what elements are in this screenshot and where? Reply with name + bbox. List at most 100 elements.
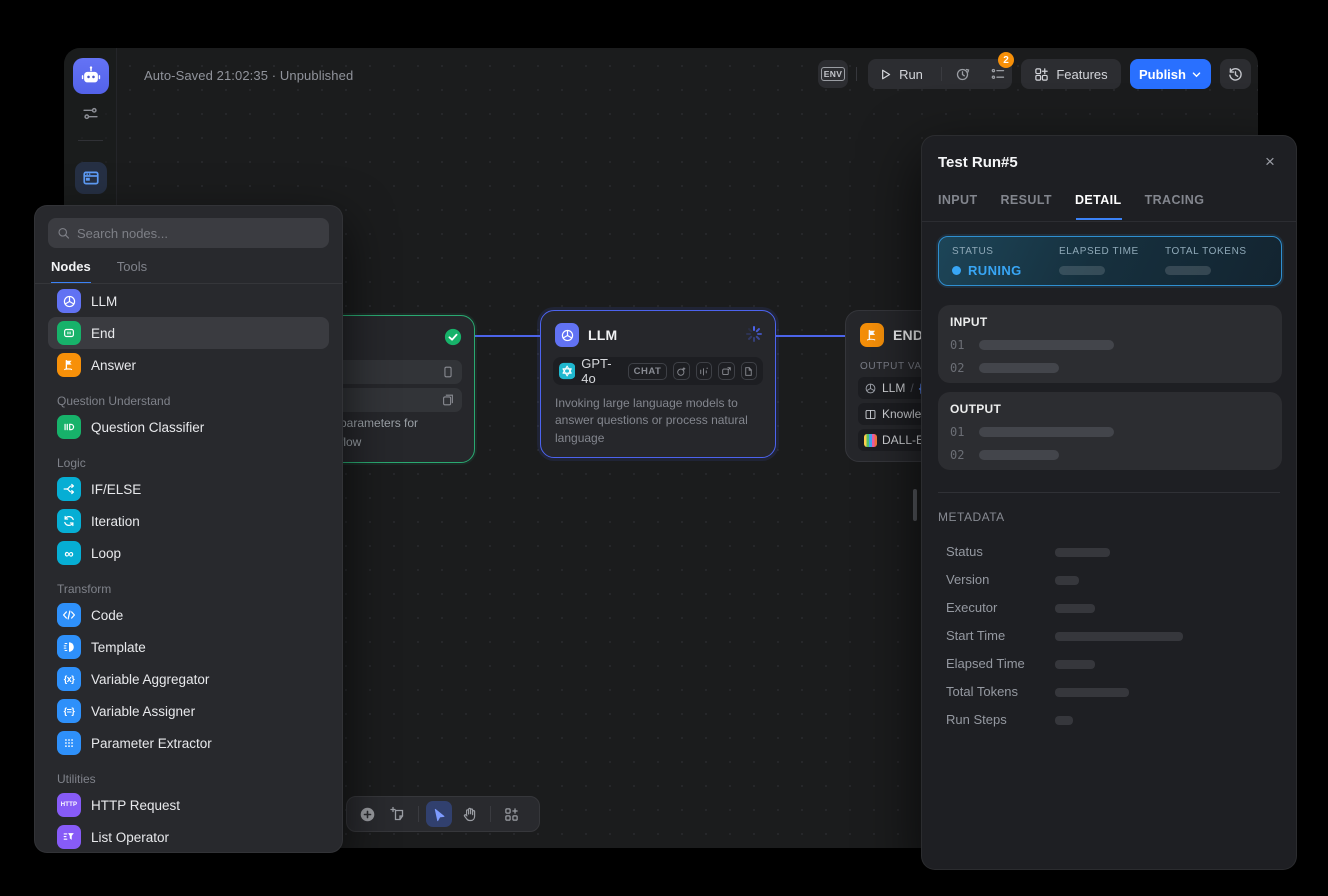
tabs-divider xyxy=(35,283,342,284)
metadata-title: METADATA xyxy=(938,510,1005,524)
preview-window-icon[interactable] xyxy=(75,162,107,194)
hand-mode-button[interactable] xyxy=(457,801,483,827)
organize-nodes-button[interactable] xyxy=(498,801,524,827)
section-transform: Transform xyxy=(48,579,329,599)
add-note-button[interactable] xyxy=(385,801,411,827)
node-item-parameter-extractor[interactable]: Parameter Extractor xyxy=(48,727,329,759)
search-input[interactable] xyxy=(77,226,320,241)
workflow-settings-icon[interactable] xyxy=(82,105,99,122)
node-item-ifelse[interactable]: IF/ELSE xyxy=(48,473,329,505)
tab-input[interactable]: INPUT xyxy=(938,193,978,207)
running-dot-icon xyxy=(952,266,961,275)
openai-gpt4o-icon xyxy=(559,362,575,380)
output-row: 02 xyxy=(950,448,1270,462)
grid-plus-icon xyxy=(504,807,519,822)
tab-tracing[interactable]: TRACING xyxy=(1145,193,1205,207)
node-panel-tabs: Nodes Tools xyxy=(51,259,147,284)
canvas-scrollbar[interactable] xyxy=(913,489,917,521)
node-item-template[interactable]: Template xyxy=(48,631,329,663)
metadata-row-total-tokens: Total Tokens xyxy=(946,684,1280,700)
answer-icon xyxy=(57,353,81,377)
metadata-row-status: Status xyxy=(946,544,1280,560)
metadata-skeleton xyxy=(1055,576,1079,585)
paragraph-field-icon xyxy=(441,393,455,407)
active-tab-underline xyxy=(1076,218,1122,220)
node-item-label: Iteration xyxy=(91,514,140,529)
node-item-list-operator[interactable]: List Operator xyxy=(48,821,329,853)
node-item-label: Loop xyxy=(91,546,121,561)
features-button[interactable]: Features xyxy=(1021,59,1121,89)
status-label: STATUS xyxy=(952,246,994,257)
variable-assigner-icon: {=} xyxy=(57,699,81,723)
iteration-icon xyxy=(57,509,81,533)
edge-llm-to-end xyxy=(776,335,845,337)
tab-detail[interactable]: DETAIL xyxy=(1075,193,1122,207)
tab-result[interactable]: RESULT xyxy=(1001,193,1052,207)
chevron-down-icon xyxy=(1191,69,1202,80)
audio-capability-icon xyxy=(696,362,712,380)
search-icon xyxy=(57,226,70,240)
knowledge-book-icon xyxy=(864,408,877,421)
pointer-mode-button[interactable] xyxy=(426,801,452,827)
node-item-answer[interactable]: Answer xyxy=(48,349,329,381)
app-logo-robot-icon[interactable] xyxy=(73,58,109,94)
publish-button[interactable]: Publish xyxy=(1130,59,1211,89)
input-row: 01 xyxy=(950,338,1270,352)
output-card-title: OUTPUT xyxy=(950,402,1270,416)
run-history-timer-button[interactable] xyxy=(949,59,977,89)
canvas-toolbar xyxy=(346,796,540,832)
node-item-llm[interactable]: LLM xyxy=(48,285,329,317)
env-label: ENV xyxy=(821,67,845,81)
metadata-row-start-time: Start Time xyxy=(946,628,1280,644)
node-item-question-classifier[interactable]: Question Classifier xyxy=(48,411,329,443)
node-item-http-request[interactable]: HTTP HTTP Request xyxy=(48,789,329,821)
end-node-title: END xyxy=(893,327,923,343)
run-panel-tabs: INPUT RESULT DETAIL TRACING xyxy=(938,193,1204,207)
code-icon xyxy=(57,603,81,627)
tab-nodes[interactable]: Nodes xyxy=(51,259,91,284)
features-icon xyxy=(1034,67,1049,82)
input-skeleton xyxy=(979,340,1114,350)
llm-node[interactable]: LLM GPT-4o CHAT xyxy=(540,310,776,458)
metadata-skeleton xyxy=(1055,632,1183,641)
run-status-card: STATUS ELAPSED TIME TOTAL TOKENS RUNING xyxy=(938,236,1282,286)
features-label: Features xyxy=(1056,67,1107,82)
node-item-variable-aggregator[interactable]: {x} Variable Aggregator xyxy=(48,663,329,695)
add-node-button[interactable] xyxy=(354,801,380,827)
node-item-iteration[interactable]: Iteration xyxy=(48,505,329,537)
plus-circle-icon xyxy=(359,806,376,823)
input-row: 02 xyxy=(950,361,1270,375)
tab-tools[interactable]: Tools xyxy=(117,259,147,284)
rail-divider xyxy=(78,140,103,141)
node-item-end[interactable]: End xyxy=(48,317,329,349)
llm-node-description: Invoking large language models to answer… xyxy=(555,395,763,447)
node-item-variable-assigner[interactable]: {=} Variable Assigner xyxy=(48,695,329,727)
section-question-understand: Question Understand xyxy=(48,391,329,411)
metadata-skeleton xyxy=(1055,716,1073,725)
http-request-icon: HTTP xyxy=(57,793,81,817)
version-history-button[interactable] xyxy=(1220,59,1251,89)
chat-mode-badge: CHAT xyxy=(628,363,668,380)
model-selector[interactable]: GPT-4o CHAT xyxy=(553,357,763,385)
run-button[interactable]: Run xyxy=(868,59,934,89)
end-node-flag-icon xyxy=(860,323,884,347)
section-logic: Logic xyxy=(48,453,329,473)
output-row: 01 xyxy=(950,425,1270,439)
question-classifier-icon xyxy=(57,415,81,439)
node-item-label: LLM xyxy=(91,294,117,309)
section-utilities: Utilities xyxy=(48,769,329,789)
node-item-label: Code xyxy=(91,608,123,623)
topbar-separator xyxy=(856,67,857,81)
metadata-row-run-steps: Run Steps xyxy=(946,712,1280,728)
node-search[interactable] xyxy=(48,218,329,248)
env-button[interactable]: ENV xyxy=(818,60,848,88)
close-icon[interactable]: × xyxy=(1258,150,1282,174)
node-item-loop[interactable]: ∞ Loop xyxy=(48,537,329,569)
node-item-label: Template xyxy=(91,640,146,655)
llm-variable-icon xyxy=(864,382,877,395)
checklist-icon xyxy=(990,66,1006,82)
node-item-label: Question Classifier xyxy=(91,420,204,435)
success-check-icon xyxy=(444,328,462,346)
node-item-code[interactable]: Code xyxy=(48,599,329,631)
run-panel-title: Test Run#5 xyxy=(938,154,1018,171)
